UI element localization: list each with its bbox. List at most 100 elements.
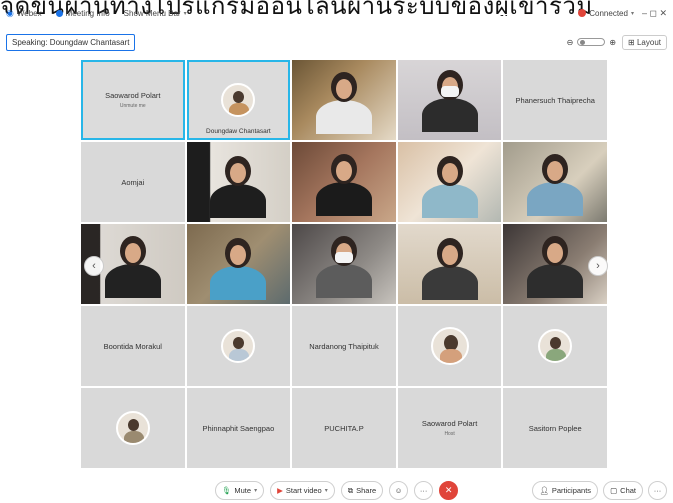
app-name: Webex	[16, 8, 42, 18]
grid-icon: ⊞	[628, 37, 635, 47]
participant-video	[315, 236, 372, 298]
microphone-icon: 🎙︎	[221, 486, 232, 495]
participant-video	[421, 156, 478, 218]
participant-video	[315, 72, 372, 134]
chat-button[interactable]: ▢ Chat	[603, 481, 643, 500]
participant-name: Saowarod Polart	[105, 91, 161, 100]
participant-tile[interactable]: Nardanong Thaipituk	[292, 306, 396, 386]
video-tile[interactable]	[503, 142, 607, 222]
info-icon	[55, 9, 63, 17]
chevron-down-icon: ▾	[630, 10, 634, 17]
participant-tile[interactable]: Aomjai	[81, 142, 185, 222]
video-tile[interactable]	[292, 60, 396, 140]
video-tile[interactable]	[397, 60, 502, 140]
participant-tile[interactable]: Phanersuch Thaiprecha	[503, 60, 607, 140]
participant-tile[interactable]: Saowarod Polart Unmute me	[81, 60, 185, 140]
top-bar: Speaking: Doungdaw Chantasart ⊖ ⊕ ⊞ Layo…	[0, 30, 673, 54]
avatar	[221, 83, 256, 117]
participant-name: Saowarod Polart	[421, 419, 478, 428]
participant-video	[527, 236, 584, 298]
participant-name: Boontida Morakul	[103, 341, 162, 351]
video-tile[interactable]	[186, 224, 291, 304]
participant-tile[interactable]: Saowarod Polart Host	[397, 388, 502, 468]
title-bar: ◉ Webex Meeting Info Show Menu Bar ▾ Con…	[0, 0, 673, 26]
layout-label: Layout	[636, 37, 661, 47]
meeting-info-label: Meeting Info	[65, 8, 110, 18]
share-label: Share	[356, 486, 377, 495]
participants-icon: 👤︎	[539, 486, 549, 495]
webex-logo-icon: ◉	[6, 7, 14, 18]
chevron-right-icon: ›	[596, 260, 600, 272]
connected-label: Connected	[589, 8, 628, 18]
participant-name: Aomjai	[121, 177, 145, 187]
participant-name: Phinnaphit Saengpao	[202, 423, 275, 433]
participant-video	[527, 154, 584, 216]
start-video-label: Start video	[285, 486, 322, 495]
participant-name: Phanersuch Thaiprecha	[515, 95, 595, 105]
participant-video	[421, 238, 478, 300]
participant-tile[interactable]: Sasitorn Poplee	[503, 388, 607, 468]
zoom-in-icon[interactable]: ⊕	[609, 38, 616, 47]
connection-icon	[578, 9, 587, 17]
next-page-button[interactable]: ›	[588, 256, 608, 276]
close-icon: ✕	[444, 485, 453, 495]
speaking-indicator: Speaking: Doungdaw Chantasart	[6, 33, 136, 51]
webex-app-menu[interactable]: ◉ Webex	[6, 8, 42, 19]
participant-tile[interactable]: Boontida Morakul	[81, 306, 185, 386]
video-tile[interactable]	[186, 142, 291, 222]
mute-label: Mute	[234, 486, 252, 495]
avatar	[430, 327, 469, 365]
share-icon: ⧉	[347, 485, 354, 495]
video-tile[interactable]	[292, 224, 396, 304]
layout-button[interactable]: ⊞ Layout	[622, 34, 667, 50]
participant-tile[interactable]: Doungdaw Chantasart	[186, 60, 291, 140]
chevron-down-icon: ▾	[183, 10, 187, 17]
participants-button[interactable]: 👤︎ Participants	[532, 481, 599, 500]
chevron-down-icon: ▾	[324, 488, 328, 494]
participant-tile[interactable]	[397, 306, 502, 386]
leave-meeting-button[interactable]: ✕	[439, 481, 459, 500]
connection-status[interactable]: Connected ▾	[578, 9, 634, 18]
meeting-info-button[interactable]: Meeting Info	[55, 8, 110, 18]
more-icon: ···	[653, 486, 662, 495]
video-tile[interactable]	[292, 142, 396, 222]
participant-tile[interactable]: PUCHITA.P	[292, 388, 396, 468]
chevron-left-icon: ‹	[92, 260, 96, 272]
show-menu-bar-button[interactable]: Show Menu Bar ▾	[124, 9, 187, 18]
participant-name: Sasitorn Poplee	[528, 423, 582, 433]
start-video-button[interactable]: ▶ Start video ▾	[270, 481, 335, 500]
share-button[interactable]: ⧉ Share	[340, 481, 384, 500]
show-menu-bar-label: Show Menu Bar	[123, 8, 181, 18]
participants-label: Participants	[551, 486, 592, 495]
video-icon: ▶	[277, 486, 283, 495]
video-tile[interactable]	[397, 142, 502, 222]
zoom-out-icon[interactable]: ⊖	[567, 38, 574, 47]
reactions-button[interactable]: ☺	[389, 481, 409, 500]
participant-tile[interactable]: Phinnaphit Saengpao	[186, 388, 291, 468]
previous-page-button[interactable]: ‹	[84, 256, 104, 276]
participant-tile[interactable]	[81, 388, 185, 468]
participant-status: Host	[444, 431, 455, 437]
participant-tile[interactable]	[503, 306, 607, 386]
overflow-menu-button[interactable]: ···	[648, 481, 667, 500]
chevron-down-icon: ▾	[254, 488, 258, 494]
participant-video	[210, 238, 267, 300]
participant-grid: Saowarod Polart Unmute me Doungdaw Chant…	[81, 60, 607, 468]
participant-video	[315, 154, 372, 216]
avatar	[221, 329, 256, 363]
more-options-button[interactable]: ···	[414, 481, 434, 500]
zoom-control[interactable]: ⊖ ⊕	[567, 38, 616, 47]
participant-status: Unmute me	[119, 103, 146, 109]
zoom-slider[interactable]	[577, 38, 606, 46]
avatar	[538, 329, 573, 363]
video-tile[interactable]	[397, 224, 502, 304]
participant-tile[interactable]	[186, 306, 291, 386]
more-icon: ···	[419, 486, 428, 495]
mute-button[interactable]: 🎙︎ Mute ▾	[214, 481, 265, 500]
participant-name: PUCHITA.P	[324, 423, 364, 433]
meeting-controls: 🎙︎ Mute ▾ ▶ Start video ▾ ⧉ Share ☺ ··· …	[0, 478, 673, 503]
zoom-slider-knob[interactable]	[580, 40, 586, 45]
window-controls[interactable]: – ◻ ✕	[642, 8, 667, 19]
participant-video	[421, 70, 478, 132]
chat-icon: ▢	[610, 486, 618, 495]
